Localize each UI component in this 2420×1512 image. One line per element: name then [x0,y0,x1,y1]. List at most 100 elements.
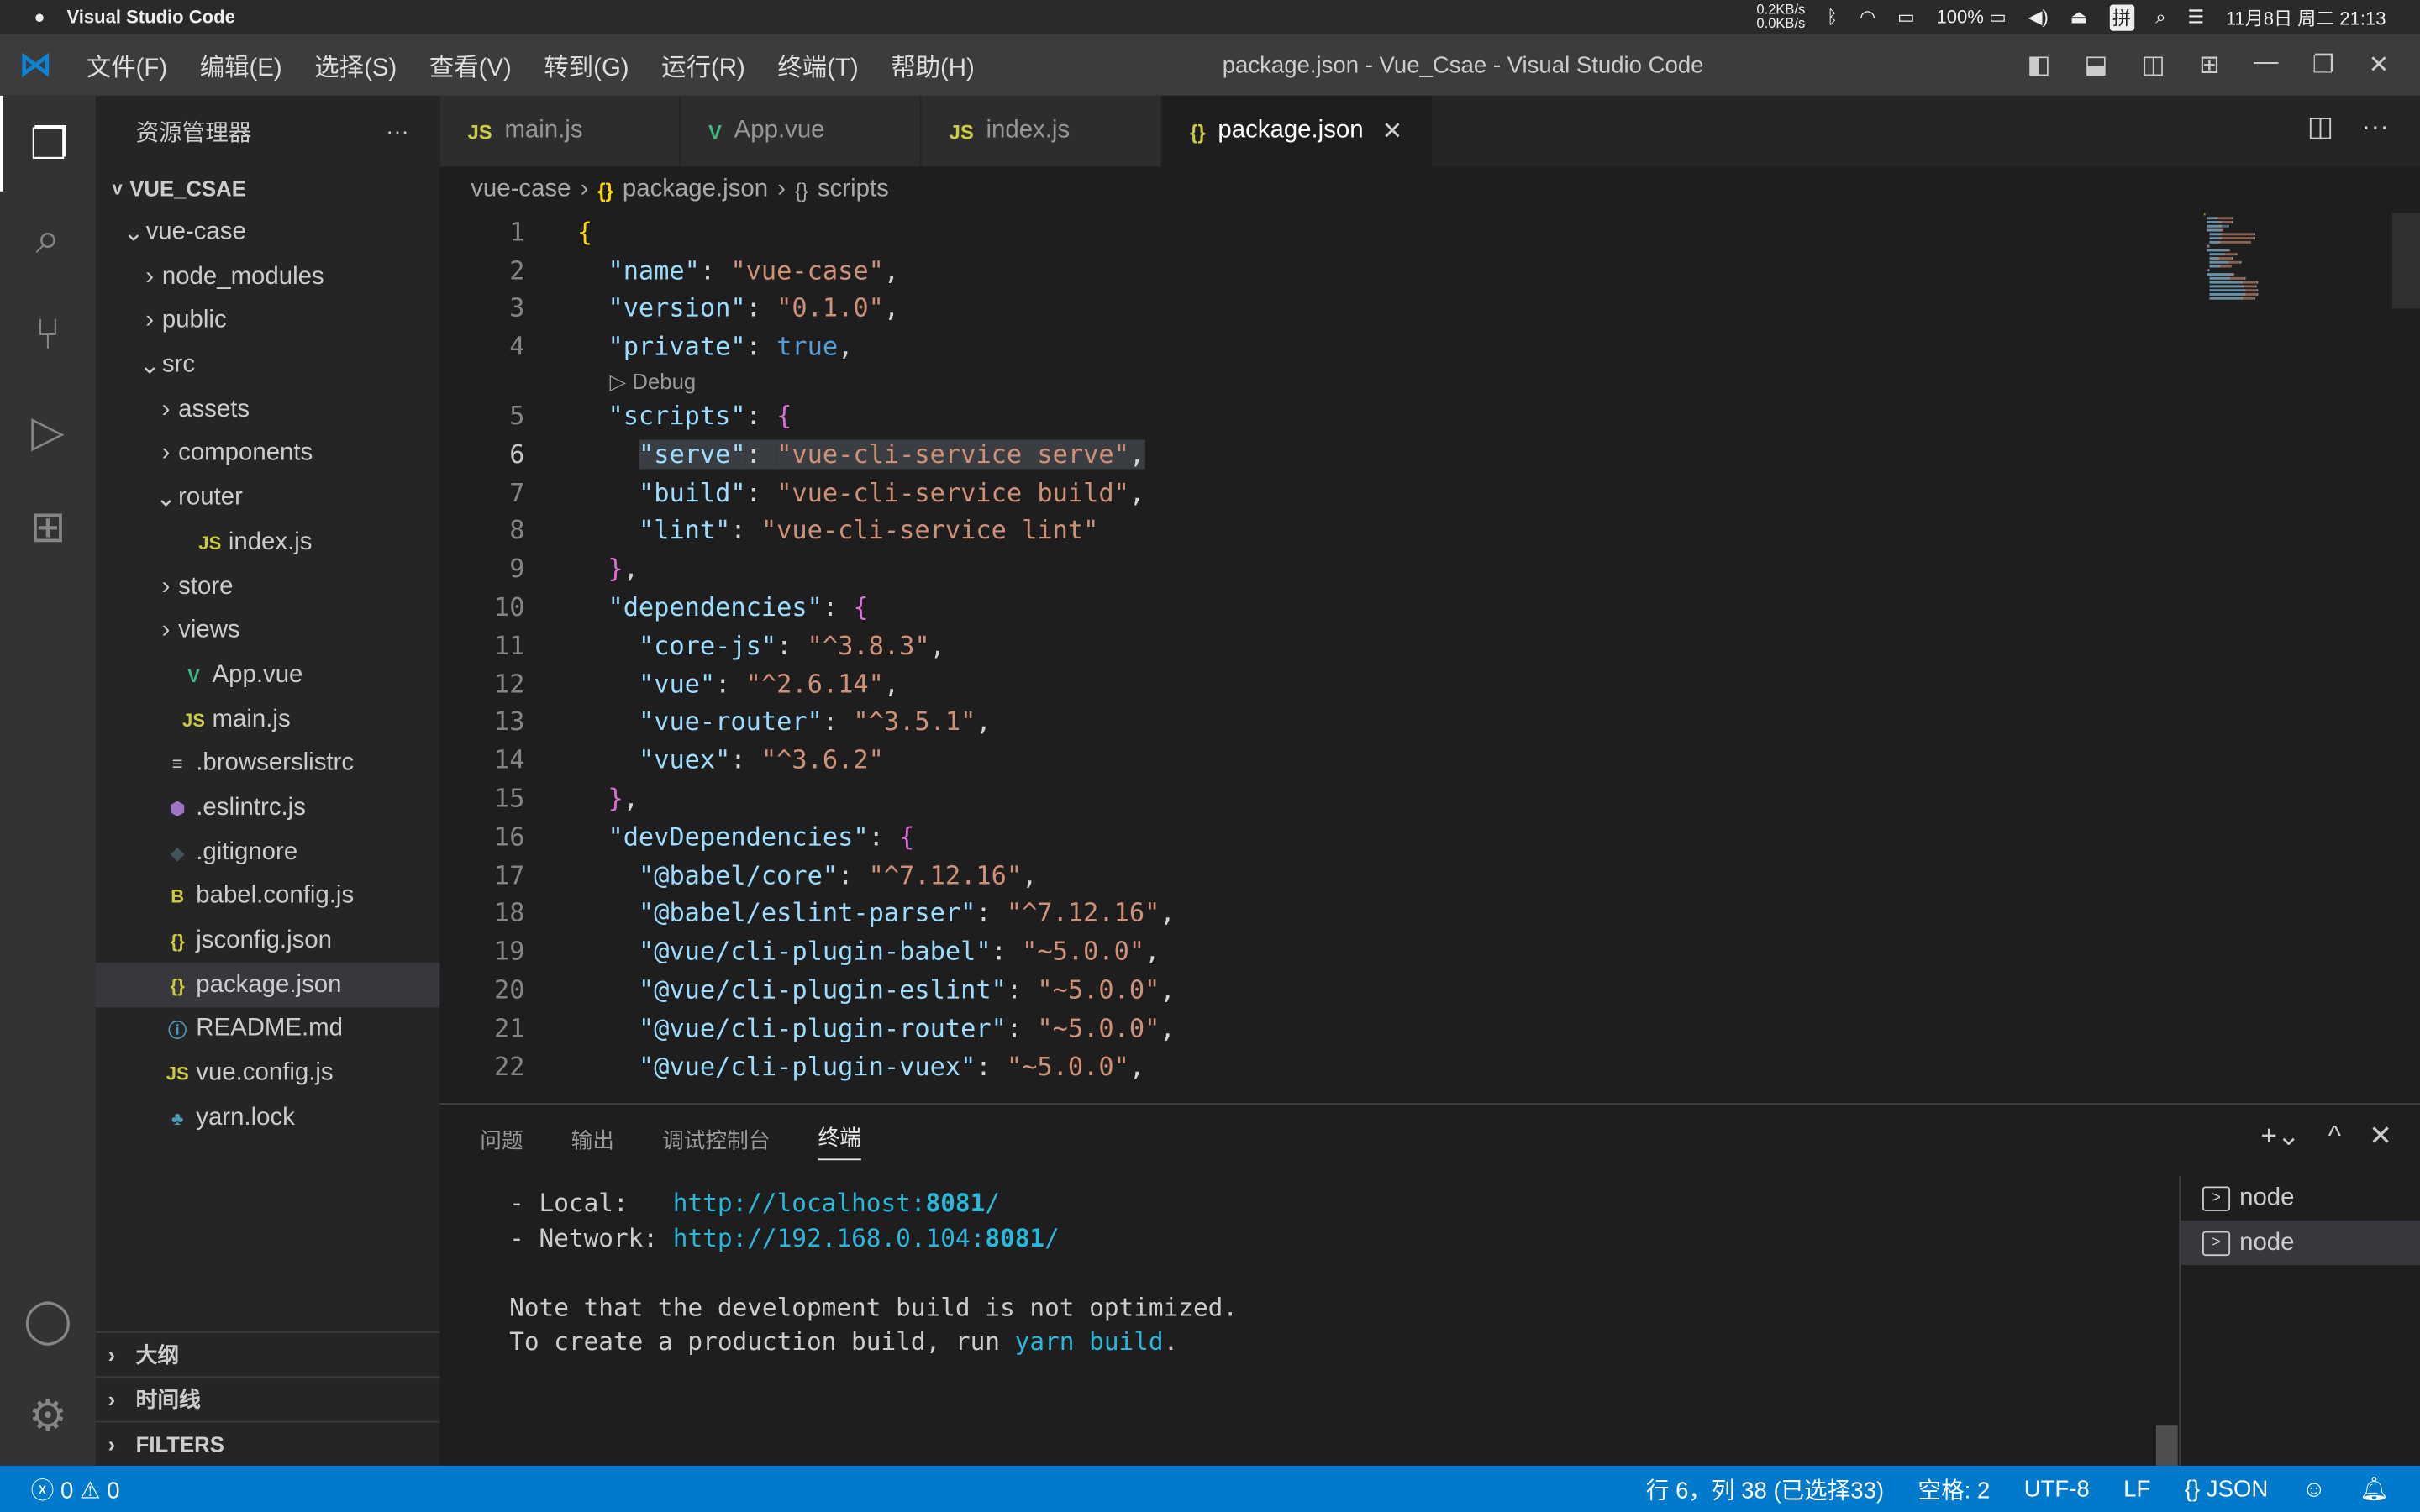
breadcrumb-file[interactable]: package.json [623,176,768,203]
language-mode[interactable]: {} JSON [2185,1476,2269,1502]
battery[interactable]: 100% ▭ [1937,6,2007,28]
workspace-root[interactable]: v VUE_CSAE [96,166,440,211]
tree-item[interactable]: › views [96,609,440,654]
problems-status[interactable]: ⓧ 0 ⚠ 0 [0,1473,120,1505]
terminal-output[interactable]: - Local: http://localhost:8081/- Network… [509,1188,1238,1362]
menu-item[interactable]: 帮助(H) [891,55,975,81]
terminal-instance[interactable]: > node [2181,1220,2420,1266]
breadcrumb-folder[interactable]: vue-case [471,176,571,203]
more-actions-icon[interactable]: ··· [2361,111,2389,144]
terminal-link[interactable]: / [1044,1223,1060,1252]
tree-item[interactable]: ⌄ router [96,476,440,521]
tree-item[interactable]: › public [96,299,440,344]
tree-item[interactable]: ⌄ vue-case [96,211,440,255]
panel-tab[interactable]: 问题 [480,1125,523,1156]
toggle-secondary-sidebar-icon[interactable]: ◫ [2142,50,2165,81]
split-editor-icon[interactable]: ◫ [2307,111,2333,144]
explorer-icon[interactable]: ❐ [0,95,96,192]
customize-layout-icon[interactable]: ⊞ [2199,50,2220,81]
close-tab-icon[interactable]: ✕ [1382,116,1403,147]
tree-item[interactable]: {} jsconfig.json [96,919,440,963]
run-debug-icon[interactable]: ▷ [0,383,96,479]
tree-item[interactable]: JS main.js [96,698,440,743]
tree-item[interactable]: JS index.js [96,521,440,565]
panel-tab[interactable]: 调试控制台 [662,1125,771,1156]
more-actions-button[interactable]: ··· [386,118,409,144]
app-name[interactable]: Visual Studio Code [66,6,234,28]
codelens-debug[interactable]: ▷ Debug [439,366,1175,397]
tree-item[interactable]: ⌄ src [96,344,440,388]
tree-item[interactable]: › node_modules [96,255,440,300]
extensions-icon[interactable]: ⊞ [0,478,96,574]
source-control-icon[interactable]: ⑂ [0,287,96,383]
settings-gear-icon[interactable]: ⚙ [0,1367,96,1462]
tree-item[interactable]: Bbabel.config.js [96,874,440,919]
tree-item[interactable]: ⬢ .eslintrc.js [96,786,440,831]
tree-item[interactable]: › store [96,565,440,610]
tree-item[interactable]: JS vue.config.js [96,1052,440,1096]
terminal-link[interactable]: yarn build [1015,1327,1164,1357]
close-panel-icon[interactable]: ✕ [2369,1120,2392,1152]
menu-item[interactable]: 终端(T) [777,55,858,81]
tree-item[interactable]: › components [96,433,440,477]
tab-main-js[interactable]: JS main.js [439,95,681,167]
section-outline[interactable]: › 大纲 [95,1331,440,1376]
menu-item[interactable]: 转到(G) [544,55,629,81]
toggle-sidebar-icon[interactable]: ◧ [2027,50,2050,81]
restore-button[interactable]: ❐ [2312,50,2334,81]
feedback-icon[interactable]: ☺ [2302,1476,2326,1502]
bluetooth-icon[interactable]: ᛒ [1827,6,1838,28]
terminal-link[interactable]: 8081 [985,1223,1044,1252]
wifi-icon[interactable]: ◠ [1860,6,1876,28]
notifications-icon[interactable]: 🔔︎ [2360,1475,2389,1503]
menu-item[interactable]: 运行(R) [661,55,745,81]
breadcrumb-symbol[interactable]: scripts [818,176,889,203]
encoding[interactable]: UTF-8 [2024,1476,2090,1502]
new-terminal-icon[interactable]: +⌄ [2261,1120,2301,1152]
editor-scrollbar[interactable] [2391,213,2420,309]
search-icon[interactable]: ⌕ [2155,5,2165,29]
tree-item[interactable]: › assets [96,388,440,433]
terminal-link[interactable]: http://192.168.0.104: [673,1223,986,1252]
tree-item[interactable]: ◆ .gitignore [96,831,440,875]
tree-item[interactable]: V App.vue [96,654,440,698]
terminal-instance[interactable]: > node [2181,1176,2420,1221]
menu-item[interactable]: 查看(V) [429,55,512,81]
maximize-panel-icon[interactable]: ^ [2328,1120,2342,1152]
tree-item[interactable]: ♣ yarn.lock [96,1096,440,1141]
minimize-button[interactable]: — [2254,50,2278,81]
menu-item[interactable]: 选择(S) [314,55,397,81]
tree-item[interactable]: ≡ .browserslistrc [96,742,440,786]
close-window-button[interactable]: ✕ [2369,50,2390,81]
control-center-icon[interactable]: ☰ [2187,6,2204,28]
tab-index-js[interactable]: JS index.js [921,95,1163,167]
tree-item[interactable]: {} package.json [95,963,440,1008]
apple-icon[interactable]: ● [34,6,45,28]
cursor-position[interactable]: 行 6，列 38 (已选择33) [1646,1473,1884,1505]
search-icon[interactable]: ⌕ [0,192,96,287]
panel-tab[interactable]: 终端 [818,1121,861,1160]
tab-package-json[interactable]: {} package.json ✕ [1162,95,1434,167]
section-filters[interactable]: › FILTERS [95,1420,440,1466]
code-editor[interactable]: 1{2 "name": "vue-case", 3 "version": "0.1… [439,213,1176,1085]
display-icon[interactable]: ▭ [1897,6,1915,28]
terminal-link[interactable]: http://localhost: [673,1188,926,1217]
tree-item[interactable]: ⓘ README.md [96,1007,440,1052]
panel-tab[interactable]: 输出 [571,1125,614,1156]
menu-item[interactable]: 编辑(E) [200,55,282,81]
terminal-scrollbar[interactable] [2155,1425,2178,1466]
account-icon[interactable]: ◯ [0,1271,96,1367]
tab-App-vue[interactable]: V App.vue [680,95,922,167]
section-timeline[interactable]: › 时间线 [95,1376,440,1420]
toggle-panel-icon[interactable]: ⬓ [2085,50,2108,81]
indentation[interactable]: 空格: 2 [1918,1473,1991,1505]
end-of-line[interactable]: LF [2123,1476,2150,1502]
minimap[interactable] [2203,213,2392,305]
volume-icon[interactable]: ◀) [2028,6,2049,28]
terminal-link[interactable]: / [985,1188,1000,1217]
ime-icon[interactable]: 拼 [2109,3,2134,30]
clock[interactable]: 11月8日 周二 21:13 [2226,4,2386,30]
eject-icon[interactable]: ⏏ [2070,6,2088,28]
terminal-link[interactable]: 8081 [926,1188,986,1217]
menu-item[interactable]: 文件(F) [87,55,167,81]
